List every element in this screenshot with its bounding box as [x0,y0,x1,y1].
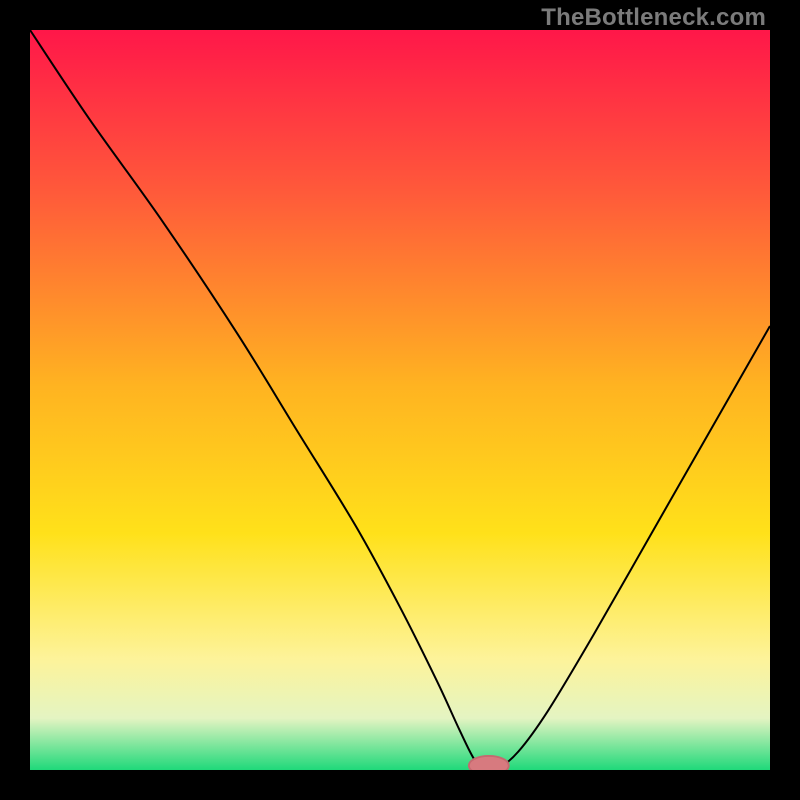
plot-area [30,30,770,770]
chart-frame: TheBottleneck.com [0,0,800,800]
optimal-point-marker [469,756,509,770]
bottleneck-curve [30,30,770,770]
watermark-label: TheBottleneck.com [541,4,766,32]
